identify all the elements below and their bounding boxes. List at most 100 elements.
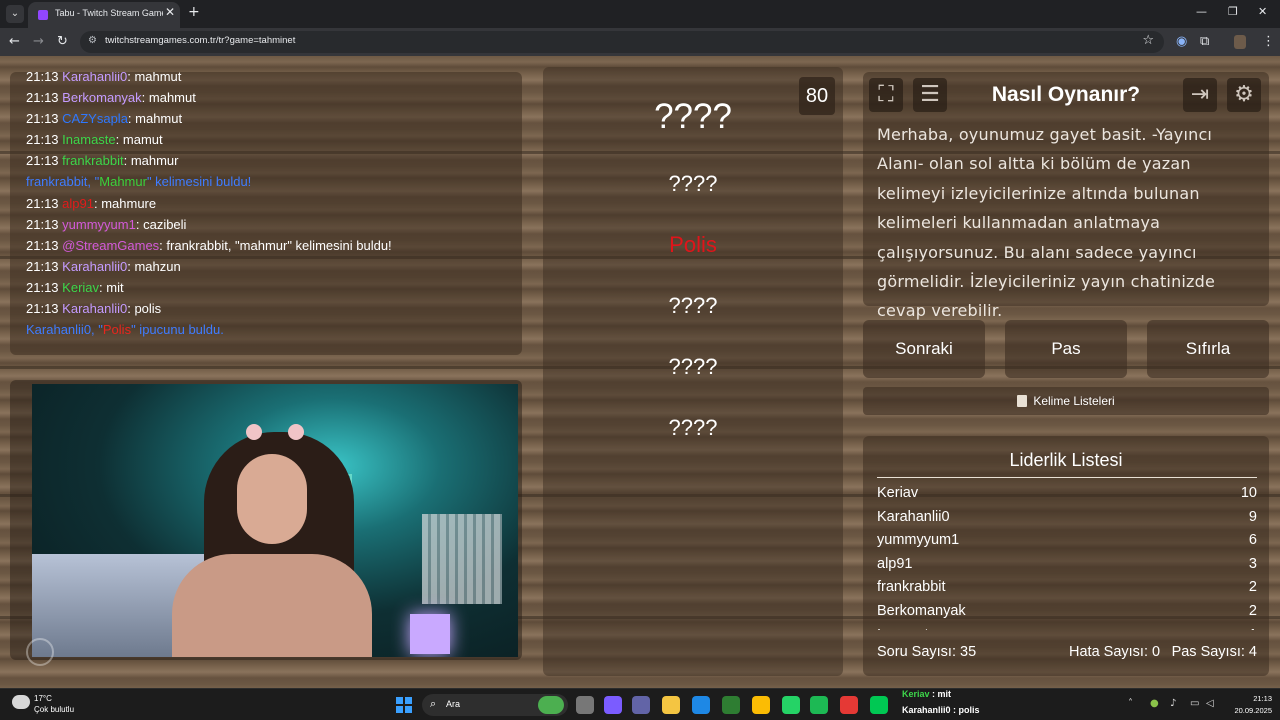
tab-title: Tabu - Twitch Stream Games [55,8,163,18]
chat-text: : mahmut [127,111,183,127]
webcam-logo-icon [26,638,54,666]
taskbar-app-icon[interactable] [604,696,622,714]
tray-chevron-icon[interactable]: ˄ [1128,698,1133,709]
chat-timestamp: 21:13 [26,72,59,84]
ticker-message: : polis [950,705,980,715]
chat-text: : frankrabbit, "mahmur" kelimesini buldu… [159,237,392,253]
word-lists-button[interactable]: Kelime Listeleri [863,387,1269,415]
chat-username: yummyyum1 [62,216,136,232]
taskbar-app-icon[interactable] [752,696,770,714]
chat-timestamp: 21:13 [26,90,59,106]
words-panel: 80 ???? ???? Polis???????????? [543,67,843,676]
chat-timestamp: 21:13 [26,111,59,127]
extensions-puzzle-icon[interactable]: ⧉ [1200,34,1209,49]
reset-button[interactable]: Sıfırla [1147,320,1269,378]
windows-taskbar: 17°C Çok bulutlu ⌕ Ara Keriav : mit Kara… [0,688,1280,720]
leaderboard-list[interactable]: Keriav 10 Karahanlii0 9 yummyyum1 6 alp91 3 fran… [877,482,1257,630]
howto-title: Nasıl Oynanır? [991,83,1141,106]
chat-text: : cazibeli [135,216,187,232]
window-close-button[interactable]: ✕ [1258,5,1267,18]
system-text: " ipucunu buldu. [131,322,224,338]
taskbar-app-icon[interactable] [840,696,858,714]
chat-text: : mamut [115,132,163,148]
cloud-weather-icon[interactable] [12,695,30,709]
clock-time[interactable]: 21:13 [1222,694,1272,703]
chat-panel[interactable]: 21:13 Karahanlii0 : mahmut 21:13 Berkomany… [10,72,522,355]
browser-tab-strip: ⌄ Tabu - Twitch Stream Games ✕ + — ❐ ✕ [0,0,1280,28]
back-button[interactable]: ← [9,34,20,49]
taskbar-app-icon[interactable] [576,696,594,714]
leaderboard-panel: Liderlik Listesi Keriav 10 Karahanlii0 9 yum… [863,436,1269,676]
player-name: Inamaste [877,627,937,630]
forward-button[interactable]: → [33,34,44,49]
site-info-icon[interactable]: ⚙ [88,35,97,46]
chat-ticker-line: Karahanlii0 : polis [902,705,980,715]
taskbar-app-icon[interactable] [662,696,680,714]
weather-description[interactable]: Çok bulutlu [34,705,74,714]
settings-gear-icon[interactable]: ⚙ [1227,78,1261,112]
microphone-icon[interactable]: ♪ [1170,698,1176,709]
leaderboard-divider [877,477,1257,478]
chat-message: 21:13 Karahanlii0: polis [26,298,392,319]
leaderboard-row: Inamaste 1 [877,624,1257,630]
next-button[interactable]: Sonraki [863,320,985,378]
address-bar[interactable]: ⚙ twitchstreamgames.com.tr/tr?game=tahmi… [80,31,1164,53]
taskbar-app-icon[interactable] [782,696,800,714]
found-word: Polis [102,322,132,338]
player-name: Karahanlii0 [877,508,950,525]
url-text[interactable]: twitchstreamgames.com.tr/tr?game=tahmine… [105,35,295,46]
chat-timestamp: 21:13 [26,237,59,253]
taskbar-app-icon[interactable] [722,696,740,714]
chat-timestamp: 21:13 [26,258,59,274]
browser-menu-icon[interactable]: ⋮ [1262,34,1275,49]
windows-start-icon[interactable] [396,697,412,713]
webcam-cat-ears [246,424,304,442]
fullscreen-icon[interactable]: ⛶ [869,78,903,112]
taskbar-app-icon[interactable] [870,696,888,714]
active-tab[interactable]: Tabu - Twitch Stream Games ✕ [28,2,180,28]
clock-date[interactable]: 20.09.2025 [1222,706,1272,715]
webcam-streamer-face [237,454,307,544]
chat-message: 21:13 alp91: mahmure [26,193,392,214]
chat-message: 21:13 Berkomanyak: mahmut [26,87,392,108]
chat-username: Berkomanyak [62,90,142,106]
found-word: Mahmur [99,174,147,190]
taskbar-app-icon[interactable] [632,696,650,714]
profile-avatar[interactable] [1234,35,1246,49]
restore-button[interactable]: ❐ [1228,5,1238,18]
player-score: 9 [1248,508,1257,525]
player-score: 2 [1248,602,1257,619]
new-tab-button[interactable]: + [188,4,200,20]
tab-close-icon[interactable]: ✕ [165,5,175,19]
taskbar-app-icon[interactable] [538,696,564,714]
chat-timestamp: 21:13 [26,279,59,295]
player-name: alp91 [877,555,913,572]
tab-list-button[interactable]: ⌄ [6,5,24,23]
minimize-button[interactable]: — [1196,5,1207,18]
reload-button[interactable]: ↻ [57,34,68,49]
taskbar-app-icon[interactable] [692,696,710,714]
chat-username: Karahanlii0 [62,301,128,317]
bookmark-star-icon[interactable]: ☆ [1142,33,1154,48]
leaderboard-row: yummyyum1 6 [877,529,1257,553]
cat-ear [246,424,262,440]
search-icon: ⌕ [430,697,437,710]
leaderboard-title: Liderlik Listesi [1009,450,1123,470]
exit-icon[interactable]: ⇥ [1183,78,1217,112]
weather-temperature[interactable]: 17°C [34,694,52,703]
chat-message: 21:13 Keriav: mit [26,277,392,298]
system-text: " kelimesini buldu! [146,174,252,190]
chat-message: 21:13 CAZYsapla: mahmut [26,108,392,129]
system-text: Karahanlii0, " [26,322,103,338]
extension-icon[interactable]: ◉ [1176,34,1187,49]
chat-text: : mahmur [123,153,179,169]
player-name: frankrabbit [877,579,946,596]
pass-button[interactable]: Pas [1005,320,1127,378]
player-score: 10 [1240,485,1257,501]
taskbar-app-icon[interactable] [810,696,828,714]
volume-icon[interactable]: ◁ [1206,698,1214,709]
word-list-icon[interactable]: ☰ [913,78,947,112]
network-icon[interactable]: ▭ [1190,698,1199,709]
leaderboard-row: Keriav 10 [877,482,1257,506]
tray-app-icon[interactable]: ● [1150,698,1159,709]
